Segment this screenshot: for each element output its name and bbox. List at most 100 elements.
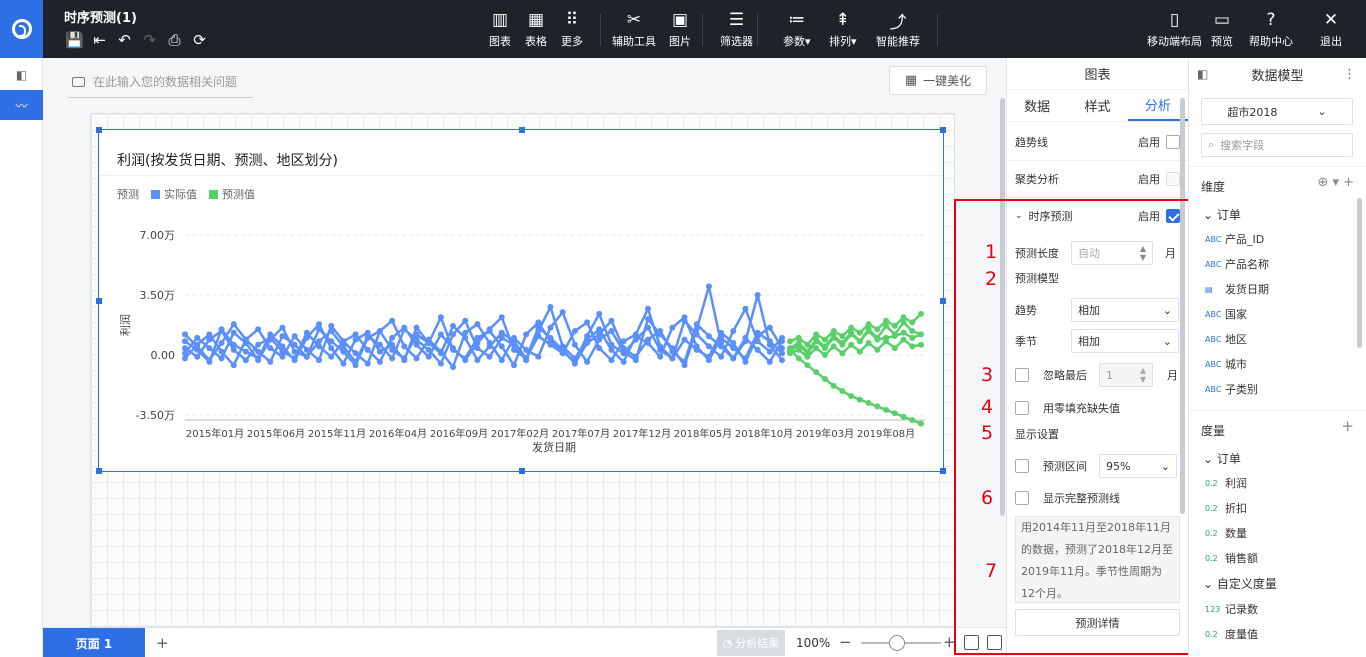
actual-series-point — [230, 329, 237, 336]
measure-group[interactable]: ⌄ 订单 — [1203, 450, 1241, 467]
add-measure-icon[interactable]: + — [1341, 417, 1354, 435]
toolbar-mobile-button[interactable]: ▯ 移动端布局 — [1147, 8, 1202, 49]
dm-scrollbar[interactable] — [1357, 198, 1362, 348]
analysis-result-button[interactable]: ◔ 分析结果 — [717, 630, 785, 656]
measure-field[interactable]: 0.2 折扣 — [1205, 500, 1247, 516]
measure-field[interactable]: 0.2 利润 — [1205, 475, 1247, 491]
toolbar-more-button[interactable]: ⠿ 更多 — [561, 8, 583, 49]
actual-series-point — [401, 355, 408, 362]
stepper-icon[interactable]: ▲ ▼ — [1140, 366, 1146, 384]
dataset-select[interactable]: 超市2018 ⌄ — [1201, 98, 1353, 125]
dimension-field[interactable]: ▤ 发货日期 — [1205, 281, 1269, 297]
interval-label: 预测区间 — [1043, 460, 1087, 473]
number-type-icon: 0.2 — [1205, 629, 1218, 639]
forecast-series-point — [883, 322, 890, 329]
dimension-field[interactable]: ABC 子类别 — [1205, 381, 1258, 397]
redo-icon[interactable]: ↷ — [139, 31, 160, 49]
chart-card[interactable]: 利润(按发货日期、预测、地区划分) 预测 实际值 预测值 7.00万 3.50万 0… — [96, 127, 946, 474]
actual-series-point — [510, 341, 517, 348]
measure-field[interactable]: 123 记录数 — [1205, 601, 1258, 617]
resize-handle[interactable] — [519, 127, 525, 133]
ignore-last-checkbox[interactable] — [1015, 368, 1029, 382]
forecast-series-point — [821, 352, 828, 358]
dimension-field[interactable]: ABC 地区 — [1205, 331, 1247, 347]
toolbar-exit-button[interactable]: ✕ 退出 — [1320, 8, 1342, 49]
page-tab[interactable]: 页面 1 — [43, 628, 145, 657]
undo-icon[interactable]: ↶ — [114, 31, 135, 49]
ts-forecast-checkbox[interactable] — [1166, 209, 1180, 223]
toolbar-preview-label: 预览 — [1211, 35, 1233, 48]
actual-series-point — [596, 326, 603, 333]
toolbar-chart-label: 图表 — [489, 35, 511, 48]
measure-field[interactable]: 0.2 销售额 — [1205, 550, 1258, 566]
zoom-slider-handle[interactable] — [889, 635, 905, 651]
fit-page-icon[interactable] — [987, 635, 1002, 650]
full-line-checkbox[interactable] — [1015, 491, 1029, 505]
tab-analysis[interactable]: 分析 — [1127, 90, 1188, 121]
actual-series-point — [584, 319, 591, 326]
cluster-checkbox[interactable] — [1166, 172, 1180, 186]
forecast-description: 用2014年11月至2018年11月的数据，预测了2018年12月至2019年1… — [1015, 516, 1180, 603]
toolbar-help-button[interactable]: ? 帮助中心 — [1249, 8, 1293, 49]
refresh-icon[interactable]: ⟳ — [189, 31, 210, 49]
measure-field[interactable]: 0.2 度量值 — [1205, 626, 1258, 642]
zoom-in-icon[interactable]: + — [943, 633, 956, 651]
trend-line-checkbox[interactable] — [1166, 135, 1180, 149]
forecast-series-point — [918, 341, 924, 348]
analysis-nav-icon[interactable]: 〰 — [0, 90, 43, 120]
beautify-button[interactable]: ▦ 一键美化 — [889, 66, 987, 95]
toolbar-filter-button[interactable]: ☰ 筛选器 — [720, 8, 753, 49]
interval-select[interactable]: 95% ⌄ — [1099, 454, 1177, 478]
actual-series-point — [584, 358, 591, 365]
toolbar-assist-button[interactable]: ✂ 辅助工具 — [612, 8, 656, 49]
zero-fill-checkbox[interactable] — [1015, 401, 1029, 415]
toolbar-layout-button[interactable]: ⇞ 排列▾ — [829, 8, 857, 49]
toolbar-recommend-button[interactable]: ⤴ 智能推荐 — [876, 8, 920, 49]
dim-group[interactable]: ⌄ 订单 — [1203, 206, 1241, 223]
forecast-detail-button[interactable]: 预测详情 — [1015, 609, 1180, 636]
toolbar-image-button[interactable]: ▣ 图片 — [669, 8, 691, 49]
toolbar-table-label: 表格 — [525, 35, 547, 48]
zoom-out-icon[interactable]: − — [839, 633, 852, 651]
field-search-input[interactable]: ⌕ 搜索字段 — [1201, 133, 1353, 157]
question-input[interactable]: 在此输入您的数据相关问题 — [68, 66, 253, 98]
report-title[interactable]: 时序预测(1) — [64, 7, 137, 26]
dimension-field[interactable]: ABC 产品名称 — [1205, 256, 1269, 272]
actual-series-point — [242, 340, 249, 346]
collapse-panel-icon[interactable]: ◧ — [1197, 67, 1208, 81]
resize-handle[interactable] — [96, 127, 102, 133]
toolbar-chart-button[interactable]: ▥ 图表 — [489, 8, 511, 49]
toolbar-table-button[interactable]: ▦ 表格 — [525, 8, 547, 49]
tab-data[interactable]: 数据 — [1007, 90, 1067, 121]
print-icon[interactable]: ⎙ — [164, 31, 185, 49]
collapse-icon[interactable]: ◧ — [0, 60, 43, 90]
ignore-last-input[interactable]: 1 ▲ ▼ — [1099, 363, 1153, 387]
interval-checkbox[interactable] — [1015, 459, 1029, 473]
tab-style[interactable]: 样式 — [1067, 90, 1127, 121]
line-chart[interactable]: 7.00万 3.50万 0.00 -3.50万 2015年01月 2015年06月 2015… — [99, 200, 943, 471]
stepper-icon[interactable]: ▲ ▼ — [1140, 244, 1146, 262]
add-page-button[interactable]: + — [156, 634, 169, 652]
season-select[interactable]: 相加 ⌄ — [1071, 329, 1179, 353]
dimension-field[interactable]: ABC 产品_ID — [1205, 231, 1264, 247]
app-logo[interactable] — [0, 0, 43, 58]
more-icon[interactable]: ⋮ — [1343, 67, 1356, 82]
canvas-scrollbar[interactable] — [1000, 98, 1005, 516]
resize-handle[interactable] — [940, 127, 946, 133]
trend-model-select[interactable]: 相加 ⌄ — [1071, 298, 1179, 322]
custom-measure-group[interactable]: ⌄ 自定义度量 — [1203, 575, 1277, 592]
annotation-6: 6 — [981, 487, 994, 509]
panel-scrollbar[interactable] — [1180, 98, 1185, 514]
toolbar-preview-button[interactable]: ▭ 预览 — [1211, 8, 1233, 49]
toolbar-param-button[interactable]: ≔ 参数▾ — [783, 8, 811, 49]
actual-series-point — [194, 343, 201, 350]
measure-field[interactable]: 0.2 数量 — [1205, 525, 1247, 541]
dimension-field[interactable]: ABC 国家 — [1205, 306, 1247, 322]
predict-length-input[interactable]: 自动 ▲ ▼ — [1071, 241, 1153, 265]
add-dimension-icon[interactable]: ⊕ ▾ + — [1317, 175, 1354, 190]
fit-width-icon[interactable] — [964, 635, 979, 650]
back-icon[interactable]: ⇤ — [89, 31, 110, 49]
chevron-down-icon[interactable]: ⌄ — [1015, 211, 1023, 221]
save-icon[interactable]: 💾 — [64, 31, 85, 49]
dimension-field[interactable]: ABC 城市 — [1205, 356, 1247, 372]
